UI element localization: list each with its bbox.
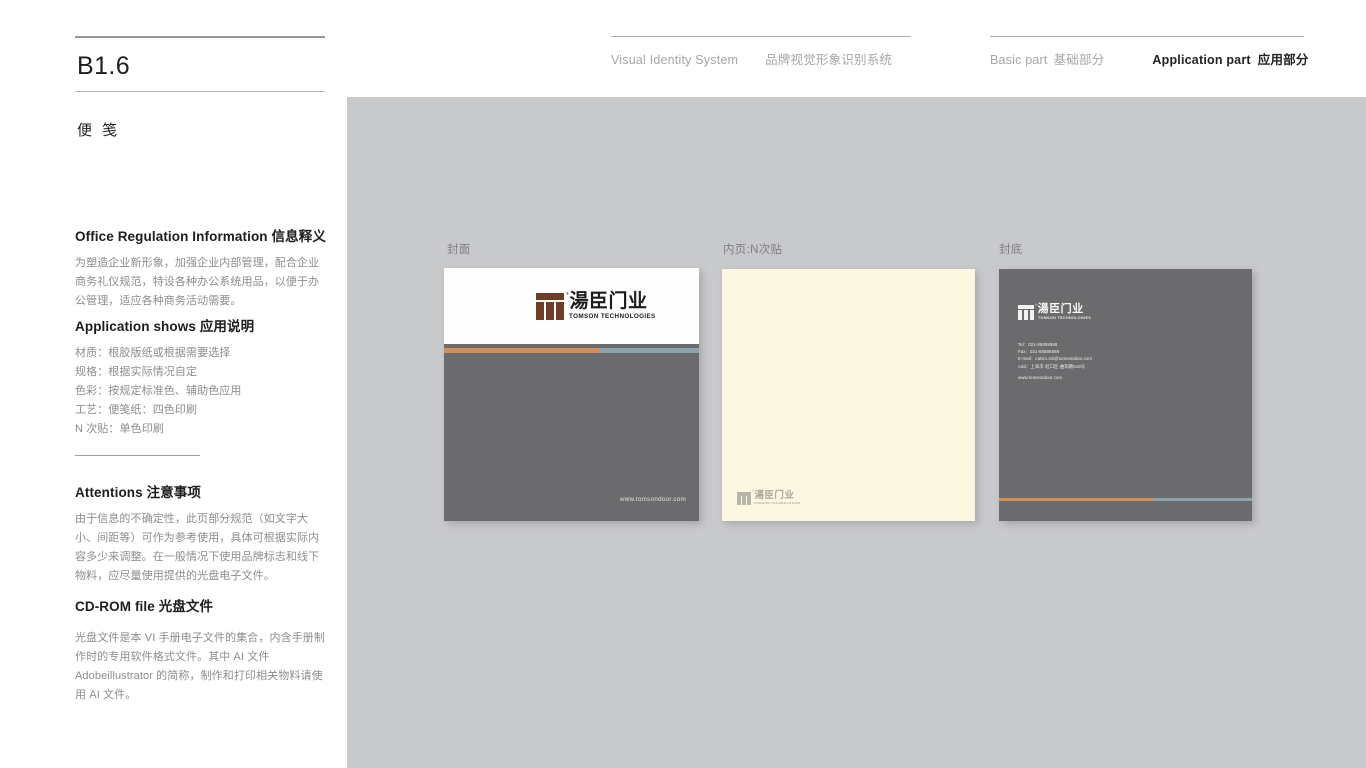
logo-chinese-name: 湯臣门业 (1037, 303, 1084, 315)
tomson-gate-mark-icon (1018, 305, 1034, 321)
logo-chinese-name: 湯臣门业 (754, 489, 795, 501)
header-vis-cn: 品牌视觉形象识别系统 (765, 53, 893, 67)
block-2-heading-cn: 应用说明 (199, 319, 255, 334)
caption-inner-page: 内页:N次贴 (723, 244, 783, 256)
logo-lockup-front: ® 湯臣门业 TOMSON TECHNOLOGIES (536, 291, 657, 321)
nav-application-part-cn[interactable]: 应用部分 (1258, 49, 1309, 68)
section-title: 便 笺 (77, 122, 121, 139)
block-4-heading: CD-ROM file 光盘文件 (75, 595, 329, 615)
block-3-body: 由于信息的不确定性，此页部分规范（如文字大小、间距等）可作为参考使用，具体可根据… (75, 513, 320, 582)
spec-line-sticky: N 次贴：单色印刷 (75, 423, 164, 435)
logo-english-name: TOMSON TECHNOLOGIES (754, 500, 802, 505)
block-1-heading-cn: 信息释义 (271, 229, 326, 244)
block-2-heading-en: Application shows (75, 319, 196, 334)
block-4-body: 光盘文件是本 VI 手册电子文件的集合，内含手册制作时的专用软件格式文件。其中 … (75, 632, 326, 701)
nav-basic-part-en[interactable]: Basic part (990, 53, 1048, 67)
contact-website: www.tomsondoor.com (1018, 374, 1063, 380)
header-part-nav: Basic part 基础部分 Application part 应用部分 (990, 36, 1308, 68)
contact-email: E-mail：calvin.shi@tomsondoor.com (1018, 356, 1093, 362)
logo-chinese-name: 湯臣门业 (569, 291, 648, 312)
tomson-gate-mark-icon (737, 492, 751, 505)
mockup-back-cover[interactable]: ® 湯臣门业 TOMSON TECHNOLOGIES Tel：021-88888… (999, 269, 1252, 521)
spec-line-material: 材质：根胶版纸或根据需要选择 (75, 347, 231, 359)
block-4-heading-en: CD-ROM file (75, 599, 155, 614)
logo-english-name: TOMSON TECHNOLOGIES (1037, 315, 1091, 320)
accent-bar-orange (444, 348, 600, 353)
block-cdrom-file: CD-ROM file 光盘文件 光盘文件是本 VI 手册电子文件的集合，内含手… (75, 595, 329, 705)
vi-manual-page: Visual Identity System 品牌视觉形象识别系统 Basic … (0, 0, 1366, 768)
spec-line-color: 色彩：按规定标准色、辅助色应用 (75, 385, 242, 397)
back-cover-contact-block: Tel：021-88888888 Fax：021-88888888 E-mail… (1018, 341, 1092, 381)
sidebar-divider (75, 455, 200, 456)
block-1-heading: Office Regulation Information 信息释义 (75, 225, 329, 245)
contact-tel: Tel：021-88888888 (1018, 342, 1058, 347)
logo-lockup-note: ® 湯臣门业 TOMSON TECHNOLOGIES (737, 489, 802, 505)
block-application-shows: Application shows 应用说明 材质：根胶版纸或根据需要选择 规格… (75, 315, 329, 439)
spec-line-size: 规格：根据实际情况自定 (75, 366, 198, 378)
accent-bar-orange (999, 498, 1154, 501)
block-2-spec-list: 材质：根胶版纸或根据需要选择 规格：根据实际情况自定 色彩：按规定标准色、辅助色… (75, 344, 329, 439)
back-cover-accent-bar (999, 498, 1252, 501)
block-1-body: 为塑造企业新形象，加强企业内部管理，配合企业商务礼仪规范，特设各种办公系统用品，… (75, 257, 320, 307)
accent-bar-blue (599, 348, 699, 353)
header-vis-en: Visual Identity System (611, 53, 739, 67)
nav-basic-part-cn[interactable]: 基础部分 (1054, 49, 1105, 68)
front-cover-accent-bar (444, 348, 699, 353)
block-office-regulation: Office Regulation Information 信息释义 为塑造企业… (75, 225, 329, 311)
block-attentions: Attentions 注意事项 由于信息的不确定性，此页部分规范（如文字大小、间… (75, 481, 329, 586)
caption-back-cover: 封底 (999, 244, 1023, 256)
block-3-heading-cn: 注意事项 (146, 485, 202, 500)
spec-line-process: 工艺：便笺纸：四色印刷 (75, 404, 198, 416)
logo-lockup-back: ® 湯臣门业 TOMSON TECHNOLOGIES (1018, 303, 1091, 321)
accent-bar-blue (1153, 498, 1252, 501)
tomson-gate-mark-icon (536, 293, 564, 321)
mockup-front-cover[interactable]: ® 湯臣门业 TOMSON TECHNOLOGIES www.tomsondoo… (444, 268, 699, 521)
block-1-heading-en: Office Regulation Information (75, 229, 268, 244)
block-3-heading: Attentions 注意事项 (75, 481, 329, 501)
contact-fax: Fax：021-88888888 (1018, 349, 1060, 355)
section-header: B1.6 便 笺 (75, 36, 325, 140)
header-visual-identity: Visual Identity System 品牌视觉形象识别系统 (611, 36, 911, 68)
contact-address: Add：上海市·虹口区·曲阳路518号 (1018, 363, 1086, 369)
front-cover-url: www.tomsondoor.com (619, 496, 686, 503)
block-4-heading-cn: 光盘文件 (158, 599, 214, 614)
block-3-heading-en: Attentions (75, 485, 143, 500)
block-2-heading: Application shows 应用说明 (75, 315, 329, 335)
logo-english-name: TOMSON TECHNOLOGIES (569, 313, 657, 320)
section-number: B1.6 (77, 52, 131, 80)
caption-front-cover: 封面 (447, 244, 471, 256)
nav-application-part-en[interactable]: Application part (1152, 53, 1250, 67)
mockup-inner-sticky-note[interactable]: ® 湯臣门业 TOMSON TECHNOLOGIES (722, 269, 975, 521)
